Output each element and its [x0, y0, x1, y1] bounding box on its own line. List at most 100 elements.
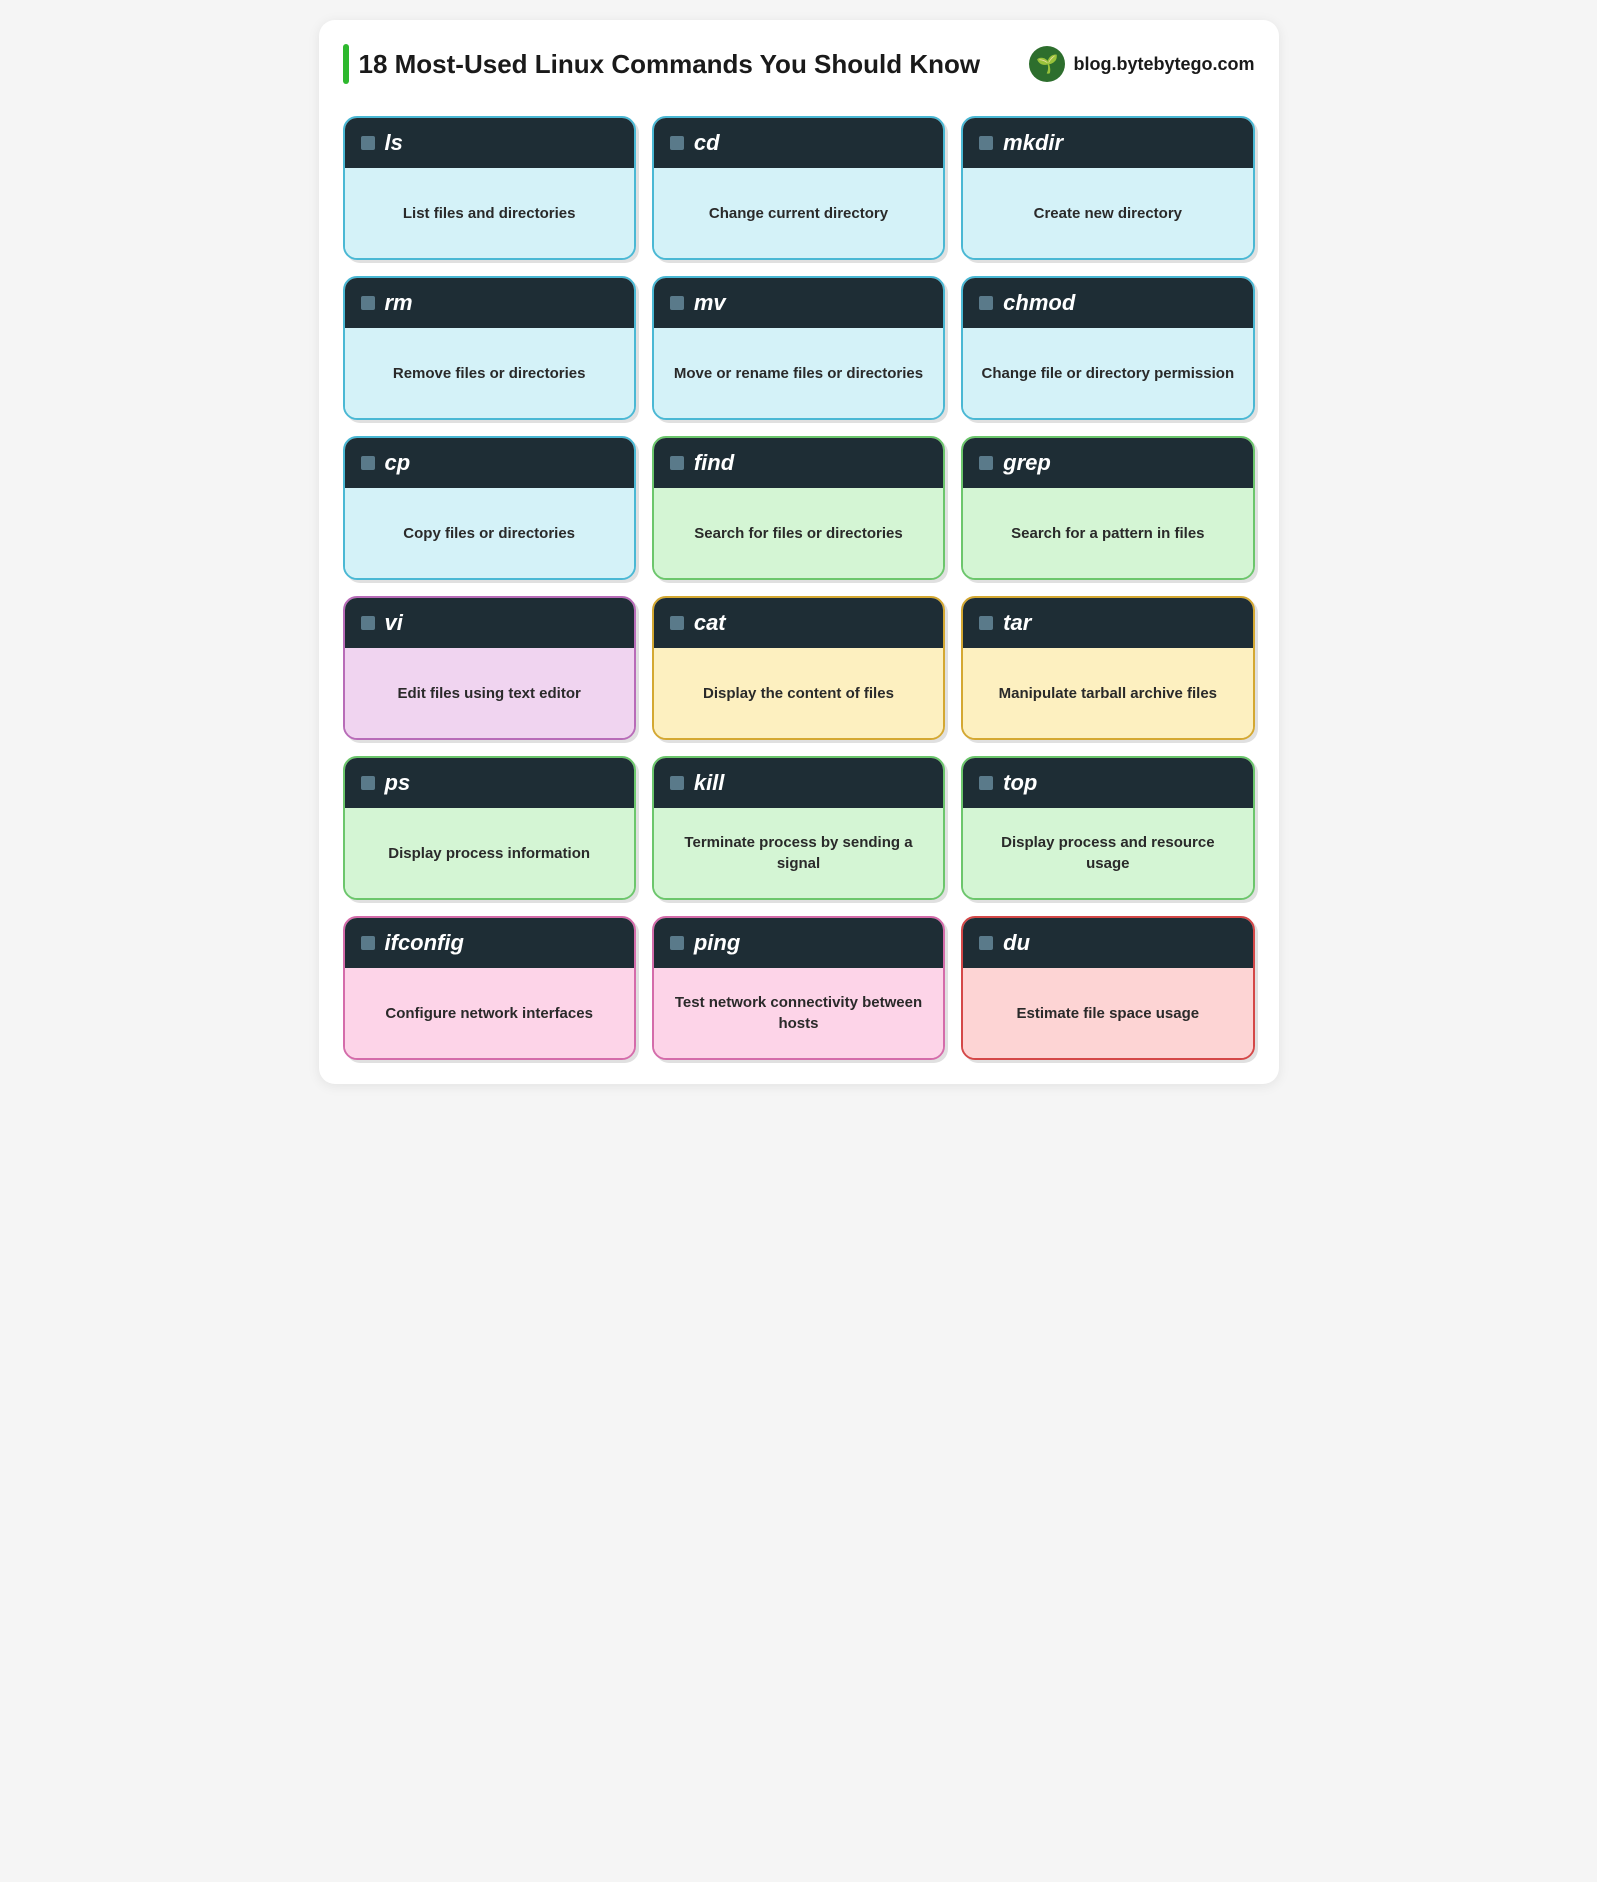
terminal-icon — [361, 136, 375, 150]
header-accent-bar — [343, 44, 349, 84]
command-card-tar: tar Manipulate tarball archive files — [961, 596, 1254, 740]
command-card-kill: kill Terminate process by sending a sign… — [652, 756, 945, 900]
command-description: Change current directory — [709, 203, 888, 224]
command-description: Create new directory — [1034, 203, 1182, 224]
command-card-ifconfig: ifconfig Configure network interfaces — [343, 916, 636, 1060]
card-body-mkdir: Create new directory — [963, 168, 1252, 258]
command-card-find: find Search for files or directories — [652, 436, 945, 580]
command-label: mkdir — [1003, 130, 1063, 156]
command-description: Search for files or directories — [694, 523, 902, 544]
command-card-cp: cp Copy files or directories — [343, 436, 636, 580]
command-label: find — [694, 450, 734, 476]
command-card-ping: ping Test network connectivity between h… — [652, 916, 945, 1060]
card-body-ls: List files and directories — [345, 168, 634, 258]
command-label: vi — [385, 610, 403, 636]
card-header-chmod: chmod — [963, 278, 1252, 328]
terminal-icon — [670, 456, 684, 470]
card-body-tar: Manipulate tarball archive files — [963, 648, 1252, 738]
command-label: ls — [385, 130, 403, 156]
terminal-icon — [670, 936, 684, 950]
card-header-cp: cp — [345, 438, 634, 488]
terminal-icon — [670, 296, 684, 310]
command-label: tar — [1003, 610, 1031, 636]
terminal-icon — [670, 616, 684, 630]
card-header-cat: cat — [654, 598, 943, 648]
card-header-rm: rm — [345, 278, 634, 328]
terminal-icon — [979, 616, 993, 630]
command-description: Test network connectivity between hosts — [670, 992, 927, 1034]
command-label: cp — [385, 450, 411, 476]
terminal-icon — [979, 936, 993, 950]
card-header-grep: grep — [963, 438, 1252, 488]
command-description: Display process information — [388, 843, 590, 864]
card-body-kill: Terminate process by sending a signal — [654, 808, 943, 898]
command-description: Manipulate tarball archive files — [999, 683, 1217, 704]
brand-label: 🌱 blog.bytebytego.com — [1029, 46, 1254, 82]
command-card-chmod: chmod Change file or directory permissio… — [961, 276, 1254, 420]
command-label: cd — [694, 130, 720, 156]
command-card-cat: cat Display the content of files — [652, 596, 945, 740]
card-body-cd: Change current directory — [654, 168, 943, 258]
command-label: ping — [694, 930, 740, 956]
command-card-rm: rm Remove files or directories — [343, 276, 636, 420]
command-card-mkdir: mkdir Create new directory — [961, 116, 1254, 260]
command-card-grep: grep Search for a pattern in files — [961, 436, 1254, 580]
card-body-top: Display process and resource usage — [963, 808, 1252, 898]
command-label: mv — [694, 290, 726, 316]
command-label: grep — [1003, 450, 1051, 476]
command-card-top: top Display process and resource usage — [961, 756, 1254, 900]
command-description: Remove files or directories — [393, 363, 586, 384]
terminal-icon — [361, 776, 375, 790]
card-body-cp: Copy files or directories — [345, 488, 634, 578]
card-body-mv: Move or rename files or directories — [654, 328, 943, 418]
card-header-du: du — [963, 918, 1252, 968]
card-body-ps: Display process information — [345, 808, 634, 898]
page-wrapper: 18 Most-Used Linux Commands You Should K… — [319, 20, 1279, 1084]
terminal-icon — [361, 456, 375, 470]
command-label: du — [1003, 930, 1030, 956]
command-description: Search for a pattern in files — [1011, 523, 1204, 544]
card-body-ifconfig: Configure network interfaces — [345, 968, 634, 1058]
card-header-ps: ps — [345, 758, 634, 808]
command-description: Display the content of files — [703, 683, 894, 704]
command-description: Terminate process by sending a signal — [670, 832, 927, 874]
terminal-icon — [979, 456, 993, 470]
header: 18 Most-Used Linux Commands You Should K… — [343, 44, 1255, 92]
terminal-icon — [979, 296, 993, 310]
card-header-vi: vi — [345, 598, 634, 648]
card-body-ping: Test network connectivity between hosts — [654, 968, 943, 1058]
card-body-cat: Display the content of files — [654, 648, 943, 738]
command-card-du: du Estimate file space usage — [961, 916, 1254, 1060]
card-header-ls: ls — [345, 118, 634, 168]
command-label: ifconfig — [385, 930, 464, 956]
command-label: kill — [694, 770, 725, 796]
card-header-tar: tar — [963, 598, 1252, 648]
command-label: cat — [694, 610, 726, 636]
command-label: chmod — [1003, 290, 1075, 316]
command-description: Edit files using text editor — [397, 683, 580, 704]
command-description: Configure network interfaces — [385, 1003, 593, 1024]
header-title-row: 18 Most-Used Linux Commands You Should K… — [343, 44, 981, 84]
command-card-mv: mv Move or rename files or directories — [652, 276, 945, 420]
card-body-du: Estimate file space usage — [963, 968, 1252, 1058]
command-label: rm — [385, 290, 413, 316]
card-header-mv: mv — [654, 278, 943, 328]
card-body-find: Search for files or directories — [654, 488, 943, 578]
terminal-icon — [979, 776, 993, 790]
card-body-chmod: Change file or directory permission — [963, 328, 1252, 418]
terminal-icon — [361, 616, 375, 630]
command-card-vi: vi Edit files using text editor — [343, 596, 636, 740]
command-description: Display process and resource usage — [979, 832, 1236, 874]
command-card-cd: cd Change current directory — [652, 116, 945, 260]
card-header-cd: cd — [654, 118, 943, 168]
page-title: 18 Most-Used Linux Commands You Should K… — [359, 49, 981, 80]
card-header-find: find — [654, 438, 943, 488]
card-header-kill: kill — [654, 758, 943, 808]
command-description: Copy files or directories — [403, 523, 575, 544]
commands-grid: ls List files and directories cd Change … — [343, 116, 1255, 1060]
command-description: List files and directories — [403, 203, 576, 224]
terminal-icon — [979, 136, 993, 150]
card-header-mkdir: mkdir — [963, 118, 1252, 168]
brand-icon: 🌱 — [1029, 46, 1065, 82]
command-description: Change file or directory permission — [982, 363, 1235, 384]
